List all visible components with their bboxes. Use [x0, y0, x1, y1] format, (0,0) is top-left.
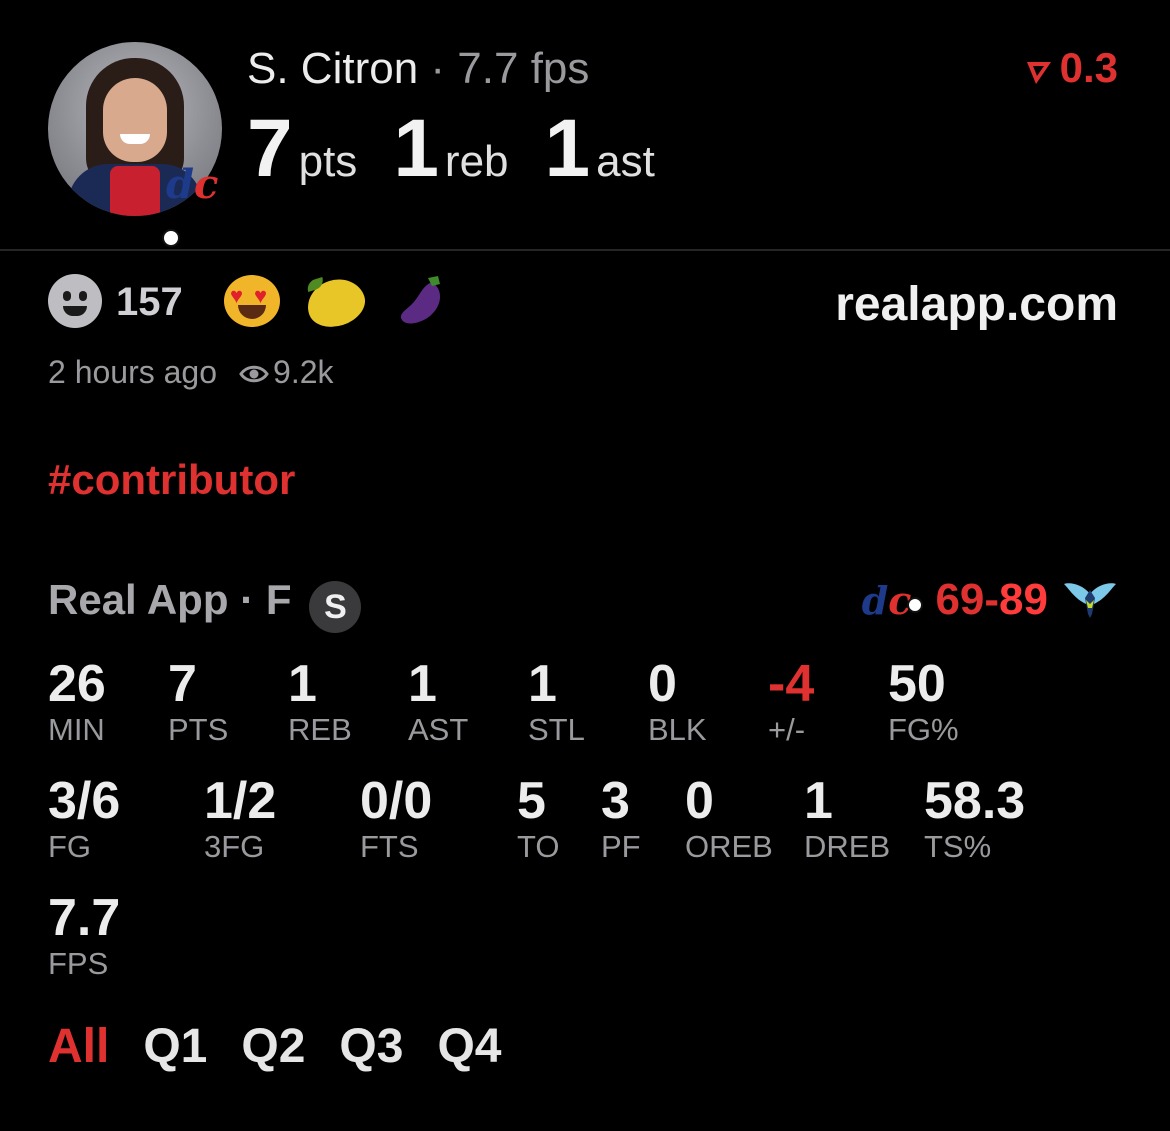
player-name-line: S. Citron · 7.7 fps — [247, 44, 589, 94]
stat-label: STL — [528, 712, 585, 747]
stat-ts-pct: 58.3 TS% — [924, 773, 1025, 865]
stat-value: -4 — [768, 655, 815, 713]
stat-3fg: 1/2 3FG — [204, 773, 276, 865]
name-separator: · — [430, 44, 446, 93]
player-position: F — [265, 576, 292, 623]
eye-icon — [239, 365, 269, 383]
fps-delta: 0.3 — [1024, 46, 1118, 90]
stat-label: AST — [408, 712, 469, 747]
fps-delta-value: 0.3 — [1059, 44, 1118, 91]
stat-value: 1/2 — [204, 772, 277, 830]
points-unit: pts — [298, 137, 358, 186]
rebounds-value: 1 — [393, 103, 439, 194]
stat-label: TS% — [924, 829, 992, 864]
stat-dreb: 1 DREB — [804, 773, 890, 865]
stat-value: 0 — [648, 655, 677, 713]
assists-value: 1 — [544, 103, 591, 194]
stat-blk: 0 BLK — [648, 656, 707, 748]
away-score: 89 — [999, 575, 1048, 624]
post-meta: 2 hours ago 9.2k — [48, 352, 334, 392]
rebounds-unit: reb — [444, 137, 509, 186]
wings-icon — [1064, 583, 1116, 618]
game-source-line: Real App · FS — [48, 576, 362, 633]
stat-value: 1 — [528, 655, 557, 713]
stat-label: PF — [601, 829, 641, 864]
stat-pf: 3 PF — [601, 773, 641, 865]
stat-fps: 7.7 FPS — [48, 890, 120, 982]
stat-label: PTS — [168, 712, 229, 747]
stat-value: 3/6 — [48, 772, 121, 830]
reaction-count: 157 — [116, 280, 183, 324]
headline-stats: 7 pts 1 reb 1 ast — [247, 104, 691, 194]
home-team-logo-icon: dc — [862, 578, 924, 623]
stat-min: 26 MIN — [48, 656, 106, 748]
tab-all[interactable]: All — [48, 1020, 109, 1074]
stat-reb: 1 REB — [288, 656, 352, 748]
stat-value: 58.3 — [924, 772, 1026, 830]
stat-label: DREB — [804, 829, 891, 864]
stat-stl: 1 STL — [528, 656, 585, 748]
stat-pts: 7 PTS — [168, 656, 228, 748]
stat-fts: 0/0 FTS — [360, 773, 432, 865]
source-name: Real App — [48, 576, 229, 623]
heart-eyes-emoji-icon[interactable]: ♥ ♥ — [224, 275, 280, 327]
stat-value: 3 — [601, 772, 630, 830]
game-score[interactable]: dc 69-89 — [862, 576, 1118, 624]
hashtag-link[interactable]: #contributor — [48, 456, 295, 504]
player-fps: 7.7 fps — [457, 44, 590, 93]
stat-value: 7.7 — [48, 889, 121, 947]
stat-label: REB — [288, 712, 352, 747]
tab-q3[interactable]: Q3 — [339, 1020, 403, 1074]
header-divider — [0, 249, 1170, 251]
tab-q2[interactable]: Q2 — [241, 1020, 305, 1074]
down-arrow-icon — [1026, 62, 1051, 84]
stat-label: BLK — [648, 712, 707, 747]
stat-fg: 3/6 FG — [48, 773, 120, 865]
stat-to: 5 TO — [517, 773, 560, 865]
lemon-emoji-icon[interactable] — [301, 272, 371, 334]
stat-value: 7 — [168, 655, 197, 713]
stat-ast: 1 AST — [408, 656, 468, 748]
stat-label: FG — [48, 829, 92, 864]
eggplant-emoji-icon[interactable] — [392, 272, 448, 328]
stat-value: 5 — [517, 772, 546, 830]
tab-q4[interactable]: Q4 — [437, 1020, 501, 1074]
stat-value: 0 — [685, 772, 714, 830]
site-link[interactable]: realapp.com — [835, 280, 1118, 330]
smiley-reaction-icon[interactable] — [48, 274, 102, 328]
stat-value: 1 — [804, 772, 833, 830]
score-dash: - — [984, 575, 1000, 624]
home-score: 69 — [935, 575, 985, 624]
stat-value: 0/0 — [360, 772, 433, 830]
stat-value: 1 — [408, 655, 437, 713]
tab-q1[interactable]: Q1 — [143, 1020, 207, 1074]
team-logo-icon: dc — [162, 160, 226, 247]
avatar-jersey-stripe — [110, 166, 160, 216]
stat-label: OREB — [685, 829, 773, 864]
stat-label: 3FG — [204, 829, 265, 864]
avatar-face — [103, 78, 167, 162]
time-ago: 2 hours ago — [48, 354, 218, 390]
stat-label: MIN — [48, 712, 105, 747]
status-badge: S — [309, 581, 362, 633]
stat-oreb: 0 OREB — [685, 773, 773, 865]
stat-label: TO — [517, 829, 560, 864]
stat-label: FPS — [48, 946, 109, 981]
stat-plus-minus: -4 +/- — [768, 656, 814, 748]
stat-label: FG% — [888, 712, 959, 747]
stat-label: FTS — [360, 829, 419, 864]
player-name[interactable]: S. Citron — [247, 44, 418, 93]
stat-value: 1 — [288, 655, 317, 713]
quarter-tabs: All Q1 Q2 Q3 Q4 — [48, 1020, 535, 1074]
source-separator: · — [240, 576, 255, 623]
points-value: 7 — [247, 103, 293, 194]
stat-value: 50 — [888, 655, 946, 713]
stat-label: +/- — [768, 712, 806, 747]
stat-value: 26 — [48, 655, 106, 713]
view-count: 9.2k — [273, 354, 334, 390]
assists-unit: ast — [596, 137, 655, 186]
stat-fg-pct: 50 FG% — [888, 656, 959, 748]
